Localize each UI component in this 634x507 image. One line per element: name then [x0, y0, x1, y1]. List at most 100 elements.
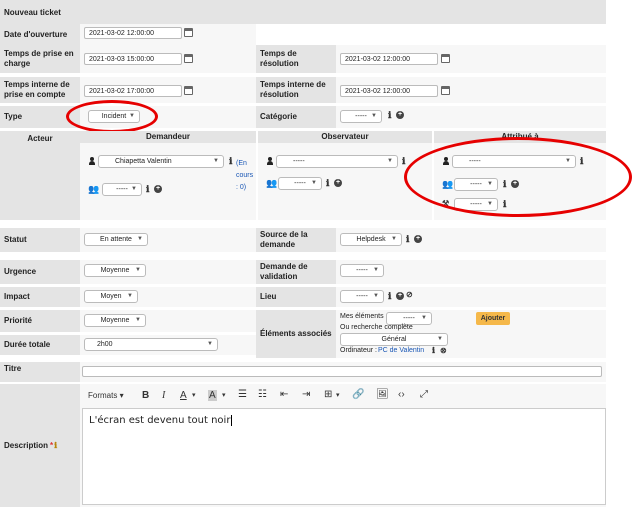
source-label: Source de la demande [256, 228, 336, 252]
prise-en-charge-input[interactable]: 2021-03-03 15:00:00 [84, 53, 182, 65]
observateur-user-select[interactable]: ----- ▼ [276, 155, 398, 168]
observateur-group-select[interactable]: ----- ▼ [278, 177, 322, 190]
categorie-select[interactable]: ----- ▼ [340, 110, 382, 123]
urgence-label: Urgence [0, 260, 80, 284]
statut-select[interactable]: En attente ▼ [84, 233, 148, 246]
chevron-down-icon: ▼ [421, 315, 427, 321]
info-icon[interactable]: ℹ [432, 346, 435, 355]
chevron-down-icon[interactable]: ▾ [192, 391, 196, 399]
info-icon[interactable]: ℹ [388, 110, 391, 121]
calendar-icon[interactable] [184, 54, 193, 63]
acteur-label: Acteur [0, 131, 80, 220]
add-icon[interactable]: + [414, 235, 422, 243]
chevron-down-icon: ▼ [135, 317, 141, 323]
calendar-icon[interactable] [441, 54, 450, 63]
editor-toolbar: Formats ▾ B I A ▾ A ▾ ☰ ☷ ⇤ ⇥ ⊞ ▾ 🔗 🖼 ‹›… [84, 388, 604, 406]
calendar-icon[interactable] [184, 86, 193, 95]
lieu-select[interactable]: ----- ▼ [340, 290, 384, 303]
ajouter-button[interactable]: Ajouter [476, 312, 510, 325]
interne-prise-label: Temps interne de prise en compte [0, 77, 80, 103]
observateur-header: Observateur [258, 131, 432, 143]
source-select[interactable]: Helpdesk ▼ [340, 233, 402, 246]
priorite-select[interactable]: Moyenne ▼ [84, 314, 146, 327]
interne-resolution-input[interactable]: 2021-03-02 12:00:00 [340, 85, 438, 97]
chevron-down-icon: ▼ [373, 293, 379, 299]
add-icon[interactable]: + [396, 111, 404, 119]
resolution-input[interactable]: 2021-03-02 12:00:00 [340, 53, 438, 65]
bold-icon[interactable]: B [142, 390, 149, 401]
outdent-icon[interactable]: ⇤ [280, 389, 288, 400]
add-icon[interactable]: + [154, 185, 162, 193]
description-editor[interactable]: L'écran est devenu tout noir [82, 408, 606, 505]
user-icon [266, 157, 274, 165]
impact-select[interactable]: Moyen ▼ [84, 290, 138, 303]
validation-label: Demande de validation [256, 260, 336, 284]
globe-icon[interactable]: ⊘ [406, 290, 413, 299]
info-icon[interactable]: ℹ [326, 178, 329, 189]
elements-label: Éléments associés [256, 310, 336, 358]
group-icon: 👥 [88, 184, 100, 194]
interne-resolution-label: Temps interne de résolution [256, 77, 336, 103]
chevron-down-icon: ▼ [437, 336, 443, 342]
duree-select[interactable]: 2h00 ▼ [84, 338, 218, 351]
chevron-down-icon: ▼ [137, 236, 143, 242]
fullscreen-icon[interactable]: ⤢ [420, 389, 428, 400]
bullet-list-icon[interactable]: ☰ [238, 389, 247, 400]
lieu-label: Lieu [256, 287, 336, 307]
table-icon[interactable]: ⊞ [324, 389, 332, 400]
highlight-color-icon[interactable]: A [208, 390, 217, 401]
impact-label: Impact [0, 287, 80, 307]
titre-input[interactable] [82, 366, 602, 377]
statut-label: Statut [0, 228, 80, 252]
italic-icon[interactable]: I [162, 390, 165, 401]
link-icon[interactable]: 🔗 [352, 389, 364, 400]
mes-elements-label: Mes éléments [340, 313, 384, 320]
text-color-icon[interactable]: A [180, 390, 187, 401]
group-icon: 👥 [266, 178, 278, 188]
chevron-down-icon: ▼ [127, 293, 133, 299]
chevron-down-icon: ▼ [207, 341, 213, 347]
info-icon[interactable]: ℹ [402, 156, 405, 167]
indent-icon[interactable]: ⇥ [302, 389, 310, 400]
categorie-label: Catégorie [256, 106, 336, 128]
demandeur-group-select[interactable]: ----- ▼ [102, 183, 142, 196]
page-title: Nouveau ticket [4, 8, 61, 17]
calendar-icon[interactable] [441, 86, 450, 95]
numbered-list-icon[interactable]: ☷ [258, 389, 267, 400]
titre-label: Titre [0, 362, 80, 382]
highlight-oval [66, 100, 158, 133]
validation-select[interactable]: ----- ▼ [340, 264, 384, 277]
formats-dropdown[interactable]: Formats ▾ [88, 391, 124, 400]
ordinateur-label: Ordinateur : [340, 347, 377, 354]
calendar-icon[interactable] [184, 28, 193, 37]
form-header: Nouveau ticket [0, 0, 606, 24]
add-icon[interactable]: + [396, 292, 404, 300]
duree-label: Durée totale [0, 335, 80, 355]
image-icon[interactable]: 🖼 [376, 389, 389, 400]
code-icon[interactable]: ‹› [398, 389, 405, 400]
info-icon[interactable]: ℹ [406, 234, 409, 245]
ticket-form: Nouveau ticket Date d'ouverture 2021-03-… [0, 0, 634, 507]
urgence-select[interactable]: Moyenne ▼ [84, 264, 146, 277]
priorite-label: Priorité [0, 310, 80, 332]
interne-prise-input[interactable]: 2021-03-02 17:00:00 [84, 85, 182, 97]
chevron-down-icon[interactable]: ▾ [336, 391, 340, 399]
info-icon[interactable]: ℹ [54, 441, 57, 451]
date-ouverture-input[interactable]: 2021-03-02 12:00:00 [84, 27, 182, 39]
delete-icon[interactable]: ⊗ [440, 346, 447, 355]
info-icon[interactable]: ℹ [388, 291, 391, 302]
date-ouverture-label: Date d'ouverture [0, 24, 80, 45]
description-label: Description * ℹ [0, 384, 80, 507]
chevron-down-icon: ▼ [391, 236, 397, 242]
chevron-down-icon[interactable]: ▾ [222, 391, 226, 399]
chevron-down-icon: ▼ [311, 180, 317, 186]
chevron-down-icon: ▼ [371, 113, 377, 119]
highlight-oval [404, 137, 632, 217]
chevron-down-icon: ▼ [131, 186, 137, 192]
chevron-down-icon: ▼ [387, 158, 393, 164]
chevron-down-icon: ▼ [373, 267, 379, 273]
ordinateur-link[interactable]: PC de Valentin [378, 347, 424, 354]
info-icon[interactable]: ℹ [146, 184, 149, 195]
add-icon[interactable]: + [334, 179, 342, 187]
general-select[interactable]: Général ▼ [340, 333, 448, 346]
